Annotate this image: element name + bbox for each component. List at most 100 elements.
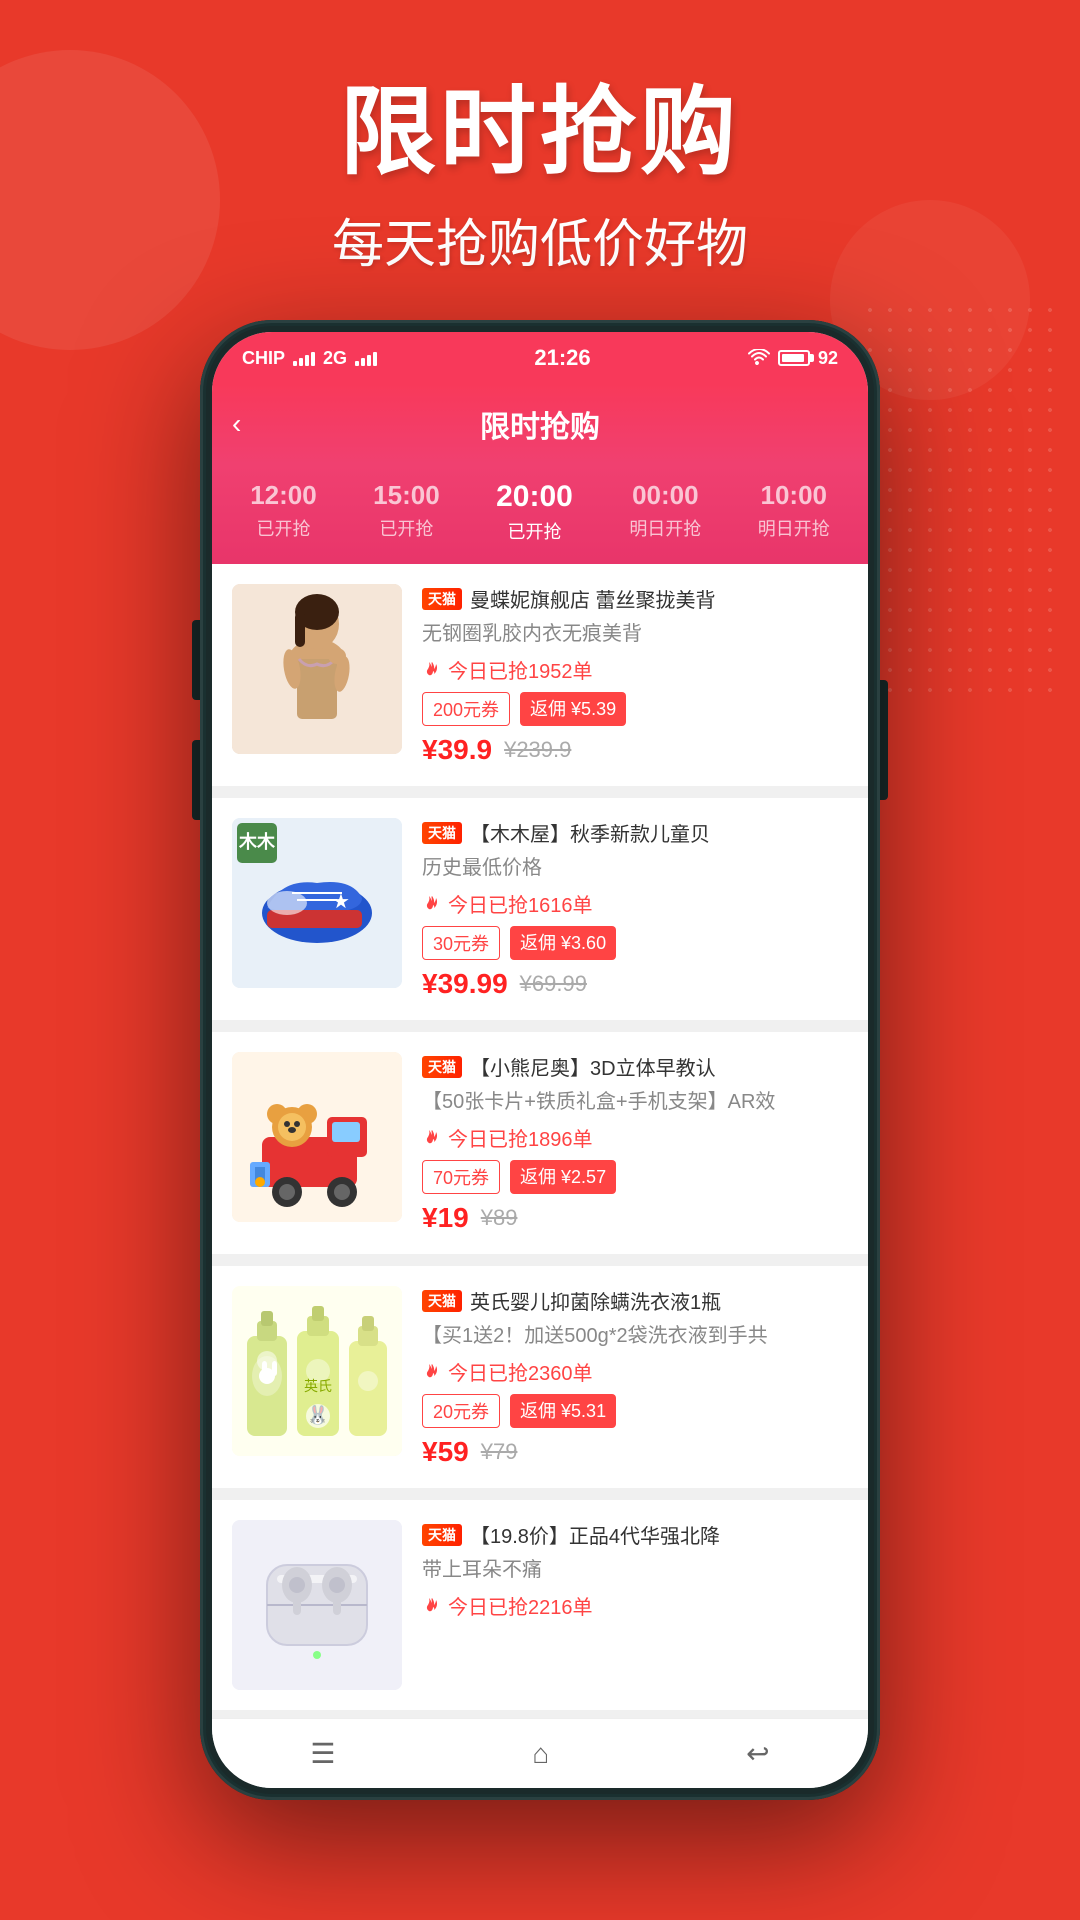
product-desc-3: 【买1送2！加送500g*2袋洗衣液到手共	[422, 1323, 848, 1349]
product-image-4	[232, 1520, 402, 1690]
time-value-2: 20:00	[496, 480, 573, 514]
time-label-2: 已开抢	[507, 518, 561, 544]
product-desc-0: 无钢圈乳胶内衣无痕美背	[422, 621, 848, 647]
carrier-label: CHIP	[242, 348, 285, 369]
product-title-2: 【小熊尼奥】3D立体早教认	[470, 1052, 716, 1081]
battery-icon	[778, 350, 810, 366]
clock-display: 21:26	[534, 345, 590, 371]
bra-illustration	[232, 584, 402, 754]
price-main-3: ¥59	[422, 1436, 469, 1468]
status-bar: CHIP 2G 21:26	[212, 332, 868, 384]
sold-count-1: 今日已抢1616单	[448, 889, 593, 918]
time-tab-1[interactable]: 15:00 已开抢	[373, 480, 440, 544]
shoes-illustration: 木木	[232, 818, 402, 988]
time-label-1: 已开抢	[379, 515, 433, 541]
sold-count-0: 今日已抢1952单	[448, 655, 593, 684]
phone-button-volume-down	[192, 740, 200, 820]
product-info-0: 天猫 曼蝶妮旗舰店 蕾丝聚拢美背 无钢圈乳胶内衣无痕美背 今日已抢1952单 2…	[422, 584, 848, 766]
time-value-3: 00:00	[632, 480, 699, 511]
time-tab-3[interactable]: 00:00 明日开抢	[629, 480, 701, 544]
sold-badge-3: 今日已抢2360单	[422, 1357, 848, 1386]
sold-badge-0: 今日已抢1952单	[422, 655, 848, 684]
sold-badge-1: 今日已抢1616单	[422, 889, 848, 918]
price-main-1: ¥39.99	[422, 968, 508, 1000]
store-badge-1: 天猫	[422, 822, 462, 844]
product-item-0[interactable]: 天猫 曼蝶妮旗舰店 蕾丝聚拢美背 无钢圈乳胶内衣无痕美背 今日已抢1952单 2…	[212, 564, 868, 786]
price-main-2: ¥19	[422, 1202, 469, 1234]
coupon-tag-3: 20元券	[422, 1394, 500, 1428]
product-item-1[interactable]: 木木	[212, 798, 868, 1020]
product-bear-visual	[232, 1052, 402, 1222]
product-list: 天猫 曼蝶妮旗舰店 蕾丝聚拢美背 无钢圈乳胶内衣无痕美背 今日已抢1952单 2…	[212, 564, 868, 1730]
time-tab-0[interactable]: 12:00 已开抢	[250, 480, 317, 544]
phone-button-volume-up	[192, 620, 200, 700]
coupon-row-0: 200元券 返佣 ¥5.39	[422, 692, 848, 726]
bear-illustration	[232, 1052, 402, 1222]
hero-title: 限时抢购	[0, 80, 1080, 186]
store-badge-3: 天猫	[422, 1290, 462, 1312]
product-bra-visual	[232, 584, 402, 754]
product-item-4[interactable]: 天猫 【19.8价】正品4代华强北降 带上耳朵不痛 今日已抢2216单	[212, 1500, 868, 1710]
price-row-1: ¥39.99 ¥69.99	[422, 968, 848, 1000]
signal-icon-2	[355, 350, 377, 366]
store-name-0: 曼蝶妮旗舰店 蕾丝聚拢美背	[470, 584, 716, 613]
status-right: 92	[748, 348, 838, 369]
rebate-tag-3: 返佣 ¥5.31	[510, 1394, 616, 1428]
price-original-0: ¥239.9	[504, 737, 571, 763]
fire-icon-0	[422, 660, 442, 680]
price-main-0: ¥39.9	[422, 734, 492, 766]
time-value-4: 10:00	[761, 480, 828, 511]
fire-icon-4	[422, 1596, 442, 1616]
wifi-icon	[748, 349, 770, 367]
product-shoes-visual: 木木	[232, 818, 402, 988]
store-badge-4: 天猫	[422, 1524, 462, 1546]
price-original-1: ¥69.99	[520, 971, 587, 997]
time-label-0: 已开抢	[256, 515, 310, 541]
product-store-row-2: 天猫 【小熊尼奥】3D立体早教认	[422, 1052, 848, 1081]
product-desc-2: 【50张卡片+铁质礼盒+手机支架】AR效	[422, 1089, 848, 1115]
product-title-3: 英氏婴儿抑菌除螨洗衣液1瓶	[470, 1286, 721, 1315]
nav-menu-icon[interactable]: ☰	[310, 1737, 335, 1770]
time-tab-4[interactable]: 10:00 明日开抢	[758, 480, 830, 544]
time-label-3: 明日开抢	[629, 515, 701, 541]
product-image-2	[232, 1052, 402, 1222]
coupon-tag-1: 30元券	[422, 926, 500, 960]
hero-subtitle: 每天抢购低价好物	[0, 202, 1080, 277]
coupon-tag-0: 200元券	[422, 692, 510, 726]
product-desc-1: 历史最低价格	[422, 855, 848, 881]
nav-back-icon[interactable]: ↩	[746, 1737, 769, 1770]
signal-icon	[293, 350, 315, 366]
product-image-1: 木木	[232, 818, 402, 988]
sold-badge-4: 今日已抢2216单	[422, 1591, 848, 1620]
fire-icon-3	[422, 1362, 442, 1382]
fire-icon-2	[422, 1128, 442, 1148]
product-store-row-1: 天猫 【木木屋】秋季新款儿童贝	[422, 818, 848, 847]
product-info-4: 天猫 【19.8价】正品4代华强北降 带上耳朵不痛 今日已抢2216单	[422, 1520, 848, 1690]
product-item-2[interactable]: 天猫 【小熊尼奥】3D立体早教认 【50张卡片+铁质礼盒+手机支架】AR效 今日…	[212, 1032, 868, 1254]
product-detergent-visual: 英氏 🐰	[232, 1286, 402, 1456]
svg-text:英氏: 英氏	[304, 1378, 332, 1394]
sold-count-3: 今日已抢2360单	[448, 1357, 593, 1386]
store-badge-0: 天猫	[422, 588, 462, 610]
product-store-row-3: 天猫 英氏婴儿抑菌除螨洗衣液1瓶	[422, 1286, 848, 1315]
phone-mockup: CHIP 2G 21:26	[200, 320, 880, 1800]
app-title: 限时抢购	[480, 402, 600, 446]
nav-home-icon[interactable]: ⌂	[532, 1738, 549, 1770]
product-item-3[interactable]: 英氏 🐰	[212, 1266, 868, 1488]
rebate-tag-0: 返佣 ¥5.39	[520, 692, 626, 726]
time-value-1: 15:00	[373, 480, 440, 511]
product-image-3: 英氏 🐰	[232, 1286, 402, 1456]
product-store-row-0: 天猫 曼蝶妮旗舰店 蕾丝聚拢美背	[422, 584, 848, 613]
product-title-4: 【19.8价】正品4代华强北降	[470, 1520, 720, 1549]
sold-count-2: 今日已抢1896单	[448, 1123, 593, 1152]
sold-count-4: 今日已抢2216单	[448, 1591, 593, 1620]
price-original-2: ¥89	[481, 1205, 518, 1231]
coupon-tag-2: 70元券	[422, 1160, 500, 1194]
time-tab-2-active[interactable]: 20:00 已开抢	[496, 480, 573, 544]
price-row-0: ¥39.9 ¥239.9	[422, 734, 848, 766]
price-original-3: ¥79	[481, 1439, 518, 1465]
svg-text:🐰: 🐰	[307, 1404, 329, 1425]
coupon-row-3: 20元券 返佣 ¥5.31	[422, 1394, 848, 1428]
product-info-2: 天猫 【小熊尼奥】3D立体早教认 【50张卡片+铁质礼盒+手机支架】AR效 今日…	[422, 1052, 848, 1234]
back-button[interactable]: ‹	[232, 408, 241, 440]
